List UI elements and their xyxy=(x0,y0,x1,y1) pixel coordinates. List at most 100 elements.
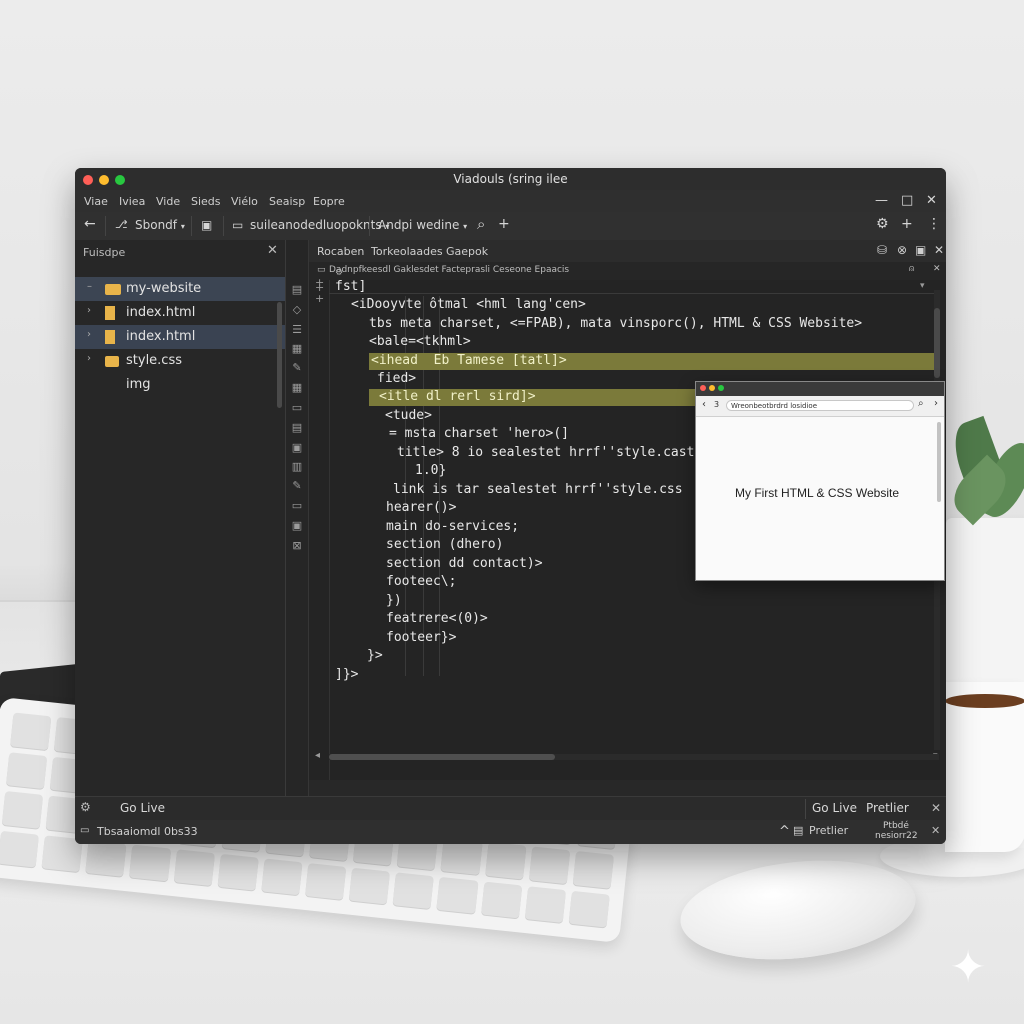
close-icon[interactable]: ✕ xyxy=(934,243,944,257)
settings-small-icon[interactable]: ⚙ xyxy=(335,268,343,278)
chevron-down-icon[interactable]: ▾ xyxy=(920,281,925,291)
code-line: fied> xyxy=(377,371,417,386)
chevron-right-icon[interactable]: › xyxy=(87,353,91,364)
package-icon[interactable]: ▦ xyxy=(290,343,304,355)
prettier-status[interactable]: Pretlier xyxy=(809,824,848,837)
close-icon[interactable]: ✕ xyxy=(931,801,941,815)
url-field[interactable]: Wreonbeotbrdrd losidioe xyxy=(726,400,914,411)
keyboard-key xyxy=(392,871,435,910)
tree-item-label: index.html xyxy=(126,329,196,344)
tab[interactable]: Torkeolaades xyxy=(371,245,443,258)
chevron-up-icon[interactable]: ^ xyxy=(779,824,790,839)
folder-icon xyxy=(105,356,119,367)
breadcrumb: ▭ Dadnpfkeesdl Gaklesdet Facteprasli Ces… xyxy=(309,262,946,280)
menu-item[interactable]: Vide xyxy=(156,195,180,208)
terminal-icon[interactable]: ▣ xyxy=(290,520,304,532)
tree-folder[interactable]: img xyxy=(75,373,285,397)
close-icon[interactable]: ✕ xyxy=(267,243,278,258)
more-icon[interactable]: ⋮ xyxy=(927,216,941,232)
extensions-icon[interactable]: ⊠ xyxy=(290,540,304,552)
code-line-highlighted: <itle dl rerl sird]> xyxy=(379,389,536,404)
sidebar-scrollbar[interactable] xyxy=(277,302,282,408)
keyboard-key xyxy=(480,881,523,919)
tree-file[interactable]: › index.html xyxy=(75,325,285,349)
menu-item[interactable]: Eopre xyxy=(313,195,345,208)
bell-icon[interactable]: ⍝ xyxy=(909,264,914,274)
code-line: = msta charset 'hero>(] xyxy=(389,426,570,441)
close-icon[interactable]: ✕ xyxy=(933,264,941,274)
scrollbar-thumb[interactable] xyxy=(329,754,555,760)
fold-icon[interactable]: + xyxy=(315,292,324,305)
split-editor-icon[interactable]: ▣ xyxy=(915,243,926,257)
minimize-icon[interactable]: — xyxy=(875,193,888,208)
live-preview-window[interactable]: ‹ 3 Wreonbeotbrdrd losidioe ⌕ › My First… xyxy=(695,381,945,581)
minimize-window-button[interactable] xyxy=(709,385,715,391)
title-bar: Viadouls (sring ilee xyxy=(75,168,946,190)
layout-icon[interactable]: ▣ xyxy=(201,218,212,232)
keyboard-key xyxy=(484,841,527,880)
menu-item[interactable]: Iviea xyxy=(119,195,145,208)
reload-icon[interactable]: 3 xyxy=(714,400,719,409)
add-icon[interactable]: + xyxy=(498,216,510,232)
go-live-button[interactable]: Go Live xyxy=(812,801,857,815)
status-text[interactable]: Tbsaaiomdl 0bs33 xyxy=(97,825,198,838)
search-icon[interactable]: ⌕ xyxy=(918,398,924,409)
editor-ruler xyxy=(329,279,934,294)
menu-item[interactable]: Viélo xyxy=(231,195,258,208)
image-icon[interactable]: ▣ xyxy=(290,442,304,454)
search-icon[interactable]: ⌕ xyxy=(477,215,485,233)
code-line: section (dhero) xyxy=(386,537,504,552)
tab[interactable]: Rocaben xyxy=(317,245,364,258)
add-icon[interactable]: + xyxy=(901,216,913,232)
tree-folder[interactable]: › style.css xyxy=(75,349,285,373)
chevron-right-icon[interactable]: › xyxy=(87,305,91,316)
chevron-right-icon[interactable]: › xyxy=(934,398,938,409)
tab[interactable]: Gaepok xyxy=(446,245,488,258)
prettier-button[interactable]: Pretlier xyxy=(866,801,909,815)
maximize-icon[interactable]: □ xyxy=(901,193,913,208)
scrollbar-thumb[interactable] xyxy=(934,308,940,378)
tree-file[interactable]: › index.html xyxy=(75,301,285,325)
columns-icon[interactable]: ▥ xyxy=(290,461,304,473)
menu-item[interactable]: Viae xyxy=(84,195,108,208)
collapse-icon[interactable]: – xyxy=(87,281,92,292)
chevron-right-icon[interactable]: › xyxy=(87,329,91,340)
table-icon[interactable]: ▤ xyxy=(290,422,304,434)
horizontal-scrollbar[interactable] xyxy=(329,754,939,760)
branch-dropdown[interactable]: Sbondf ▾ xyxy=(135,218,185,232)
zoom-window-button[interactable] xyxy=(718,385,724,391)
back-icon[interactable]: ‹ xyxy=(702,399,706,410)
gear-icon[interactable]: ⚙ xyxy=(876,216,889,232)
folder-icon[interactable]: ▭ xyxy=(290,402,304,414)
panel-divider xyxy=(805,799,806,819)
edit-icon[interactable]: ✎ xyxy=(290,362,304,374)
code-line: <bale=<tkhml> xyxy=(369,334,471,349)
close-icon[interactable]: ✕ xyxy=(926,193,937,208)
keyboard-key xyxy=(129,844,171,882)
file-icon xyxy=(105,306,115,320)
breadcrumb-text[interactable]: Dadnpfkeesdl Gaklesdet Facteprasli Ceseo… xyxy=(329,265,569,275)
menu-item[interactable]: Sieds xyxy=(191,195,221,208)
pen-icon[interactable]: ✎ xyxy=(290,480,304,492)
preview-scrollbar[interactable] xyxy=(937,422,941,502)
menu-item[interactable]: Seaisp xyxy=(269,195,305,208)
go-live-button[interactable]: Go Live xyxy=(120,801,165,815)
tree-folder[interactable]: – my-website xyxy=(75,277,285,301)
diamond-icon[interactable]: ◇ xyxy=(290,304,304,316)
git-icon[interactable]: ⛁ xyxy=(877,243,887,257)
grid-icon[interactable]: ▦ xyxy=(290,382,304,394)
files-icon[interactable]: ▤ xyxy=(290,284,304,296)
link-icon[interactable]: ⊗ xyxy=(897,243,907,257)
close-icon[interactable]: ✕ xyxy=(931,824,940,837)
sparkle-icon: ✦ xyxy=(949,942,987,993)
gear-icon[interactable]: ⚙ xyxy=(80,800,91,814)
close-window-button[interactable] xyxy=(700,385,706,391)
tree-item-label: index.html xyxy=(126,305,196,320)
list-icon[interactable]: ☰ xyxy=(290,324,304,336)
ide-window: Viadouls (sring ilee Viae Iviea Vide Sie… xyxy=(75,168,946,844)
app-dropdown[interactable]: Andpi wedine ▾ xyxy=(378,218,467,232)
chevron-left-icon[interactable]: ◂ xyxy=(315,750,320,761)
status-info-line1: Ptbdé xyxy=(883,821,909,831)
back-arrow-icon[interactable]: ← xyxy=(84,216,96,232)
panel-icon[interactable]: ▭ xyxy=(290,500,304,512)
